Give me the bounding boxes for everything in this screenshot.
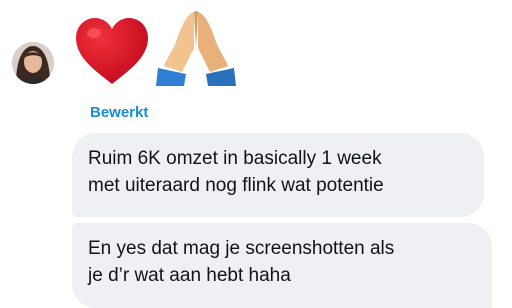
edited-label: Bewerkt: [90, 104, 149, 121]
folded-hands-icon: [156, 11, 236, 86]
message-text-line: met uiteraard nog flink wat potentie: [88, 175, 384, 196]
message-text-line: En yes dat mag je screenshotten als: [88, 238, 395, 259]
red-heart-icon: [76, 18, 148, 84]
contact-avatar[interactable]: [12, 42, 54, 84]
message-text-line: Ruim 6K omzet in basically 1 week: [88, 148, 382, 169]
message-bubble[interactable]: Ruim 6K omzet in basically 1 week met ui…: [72, 133, 484, 217]
dm-conversation: Bewerkt Ruim 6K omzet in basically 1 wee…: [0, 0, 512, 308]
message-bubble[interactable]: En yes dat mag je screenshotten als je d…: [72, 223, 492, 308]
reaction-emojis: [74, 4, 236, 86]
message-text-line: je d’r wat aan hebt haha: [88, 265, 291, 286]
avatar-photo-icon: [12, 42, 54, 84]
